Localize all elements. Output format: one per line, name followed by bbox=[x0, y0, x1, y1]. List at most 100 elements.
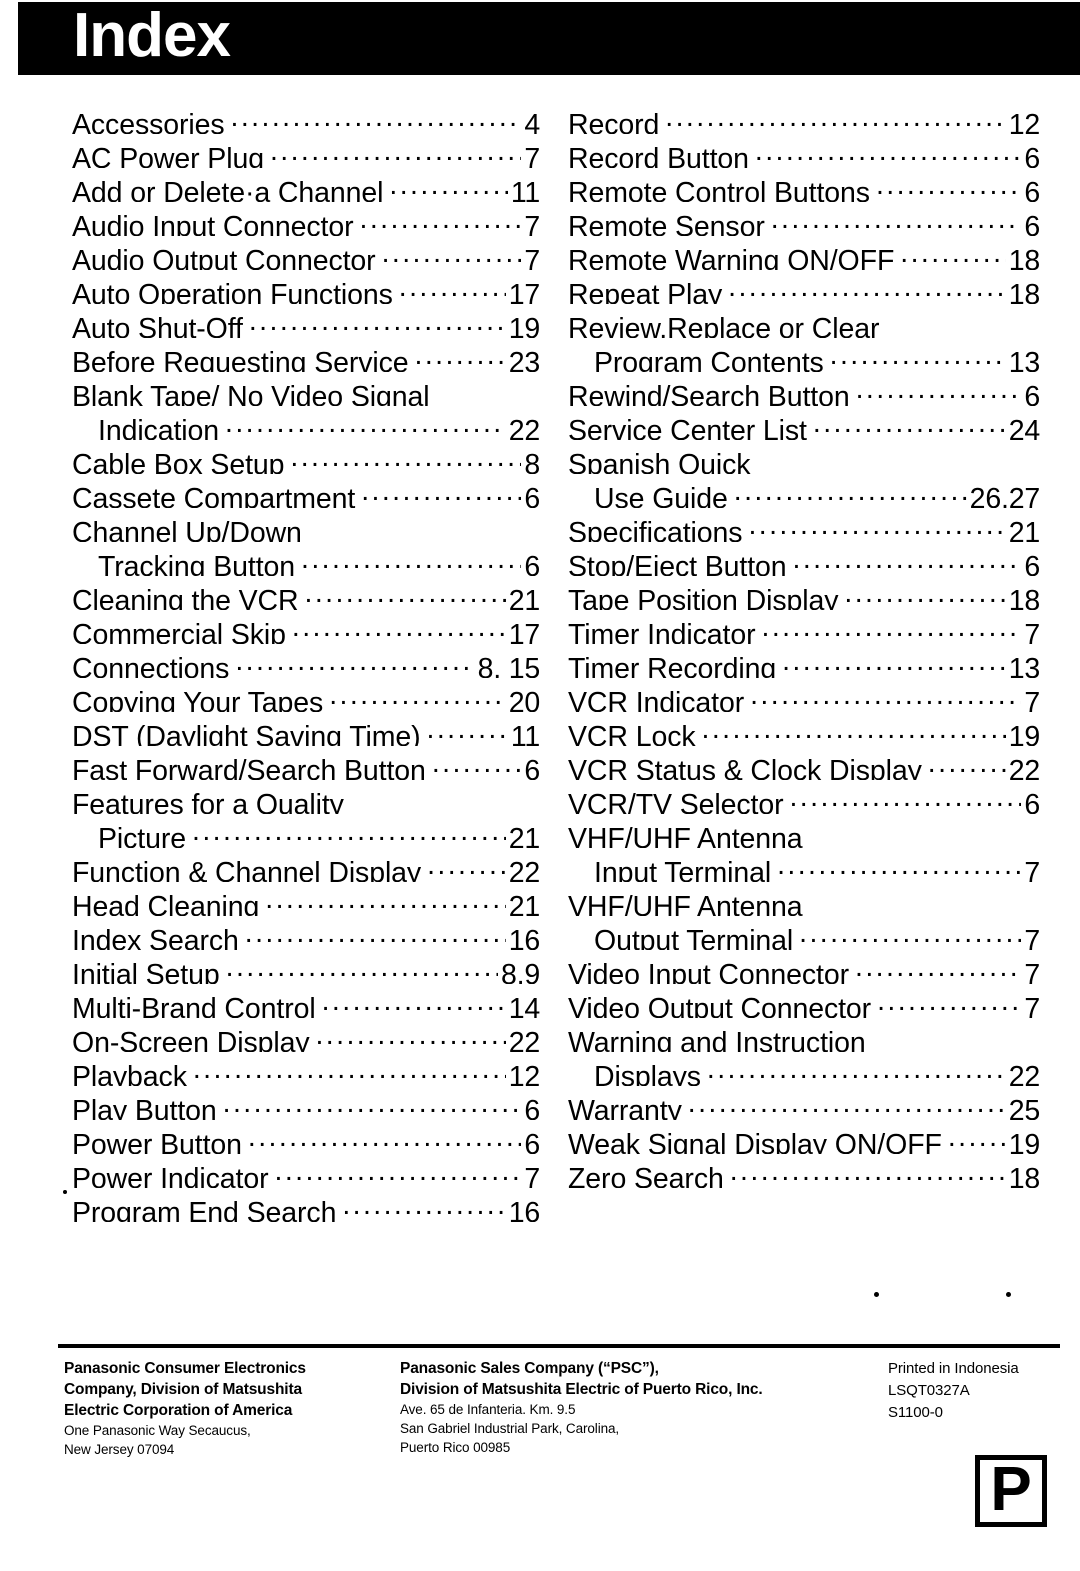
index-entry-leader-dots bbox=[193, 1052, 506, 1086]
index-entry[interactable]: Initial Setup 8,9 bbox=[72, 950, 540, 984]
index-entry-leader-dots bbox=[248, 1120, 521, 1154]
index-entry[interactable]: Cable Box Setup 8 bbox=[72, 440, 540, 474]
index-entry[interactable]: Indication 22 bbox=[72, 406, 540, 440]
index-entry[interactable]: Stop/Eject Button 6 bbox=[568, 542, 1040, 576]
footer-line: LSQT0327A bbox=[888, 1382, 970, 1399]
index-entry-page-number: 6 bbox=[524, 483, 540, 508]
index-entry[interactable]: Record 12 bbox=[568, 100, 1040, 134]
index-entry[interactable]: Function & Channel Display 22 bbox=[72, 848, 540, 882]
index-entry-label: DST (Daylight Saving Time) bbox=[72, 721, 421, 746]
index-entry-leader-dots bbox=[799, 916, 1021, 950]
index-entry[interactable]: Remote Control Buttons 6 bbox=[568, 168, 1040, 202]
index-entry[interactable]: Playback 12 bbox=[72, 1052, 540, 1086]
index-entry[interactable]: Input Terminal 7 bbox=[568, 848, 1040, 882]
index-entry[interactable]: VCR Status & Clock Display 22 bbox=[568, 746, 1040, 780]
index-entry[interactable]: Audio Input Connector 7 bbox=[72, 202, 540, 236]
index-entry-leader-dots bbox=[265, 882, 505, 916]
index-entry[interactable]: VCR/TV Selector 6 bbox=[568, 780, 1040, 814]
index-entry[interactable]: Tape Position Display 18 bbox=[568, 576, 1040, 610]
index-entry[interactable]: On-Screen Display 22 bbox=[72, 1018, 540, 1052]
index-entry[interactable]: Warning and Instruction bbox=[568, 1018, 1040, 1052]
index-entry[interactable]: Video Output Connector 7 bbox=[568, 984, 1040, 1018]
index-entry[interactable]: Play Button 6 bbox=[72, 1086, 540, 1120]
index-entry-label: Add or Delete·a Channel bbox=[72, 177, 384, 202]
index-entry-page-number: 17 bbox=[508, 619, 540, 644]
index-entry[interactable]: DST (Daylight Saving Time) 11 bbox=[72, 712, 540, 746]
index-entry[interactable]: Rewind/Search Button 6 bbox=[568, 372, 1040, 406]
index-entry-page-number: 7 bbox=[1024, 619, 1040, 644]
index-entry[interactable]: Before Requesting Service 23 bbox=[72, 338, 540, 372]
index-entry-label: Before Requesting Service bbox=[72, 347, 409, 372]
index-entry[interactable]: Weak Signal Display ON/OFF 19 bbox=[568, 1120, 1040, 1154]
index-entry-leader-dots bbox=[762, 610, 1022, 644]
index-entry[interactable]: Review,Replace or Clear bbox=[568, 304, 1040, 338]
index-entry[interactable]: Head Cleaning 21 bbox=[72, 882, 540, 916]
index-entry[interactable]: Index Search 16 bbox=[72, 916, 540, 950]
footer-line: Ave. 65 de Infanteria. Km. 9.5 bbox=[400, 1402, 576, 1417]
index-entry[interactable]: Use Guide 26,27 bbox=[568, 474, 1040, 508]
index-entry[interactable]: Remote Sensor 6 bbox=[568, 202, 1040, 236]
index-entry-label: Blank Tape/ No Video Signal bbox=[72, 381, 430, 406]
index-entry[interactable]: Power Indicator 7 bbox=[72, 1154, 540, 1188]
index-entry-page-number: 7 bbox=[524, 1163, 540, 1188]
index-entry[interactable]: Channel Up/Down bbox=[72, 508, 540, 542]
index-entry-page-number: 8 bbox=[524, 449, 540, 474]
index-entry[interactable]: Multi-Brand Control 14 bbox=[72, 984, 540, 1018]
index-entry[interactable]: Tracking Button 6 bbox=[72, 542, 540, 576]
index-entry-page-number: 16 bbox=[508, 925, 540, 950]
index-entry[interactable]: VHF/UHF Antenna bbox=[568, 814, 1040, 848]
index-entry[interactable]: Features for a Quality bbox=[72, 780, 540, 814]
index-entry[interactable]: Power Button 6 bbox=[72, 1120, 540, 1154]
index-entry[interactable]: VCR Indicator 7 bbox=[568, 678, 1040, 712]
index-entry-leader-dots bbox=[813, 406, 1006, 440]
index-entry[interactable]: Accessories 4 bbox=[72, 100, 540, 134]
index-entry[interactable]: Copying Your Tapes 20 bbox=[72, 678, 540, 712]
index-entry-label: Stop/Eject Button bbox=[568, 551, 787, 576]
index-entry[interactable]: Picture 21 bbox=[72, 814, 540, 848]
index-entry[interactable]: Warranty 25 bbox=[568, 1086, 1040, 1120]
index-entry[interactable]: Auto Shut-Off 19 bbox=[72, 304, 540, 338]
index-entry-leader-dots bbox=[877, 984, 1021, 1018]
index-entry[interactable]: Zero Search 18 bbox=[568, 1154, 1040, 1188]
index-entry[interactable]: Repeat Play 18 bbox=[568, 270, 1040, 304]
index-entry-page-number: 25 bbox=[1008, 1095, 1040, 1120]
index-entry[interactable]: Spanish Quick bbox=[568, 440, 1040, 474]
index-entry[interactable]: Auto Operation Functions 17 bbox=[72, 270, 540, 304]
index-entry[interactable]: Program End Search 16 bbox=[72, 1188, 540, 1222]
index-entry[interactable]: Audio Output Connector 7 bbox=[72, 236, 540, 270]
footer-address-puerto-rico: Panasonic Sales Company (“PSC”), Division… bbox=[400, 1358, 860, 1457]
index-entry[interactable]: Commercial Skip 17 bbox=[72, 610, 540, 644]
index-entry[interactable]: Cassete Compartment 6 bbox=[72, 474, 540, 508]
index-entry-label: Cable Box Setup bbox=[72, 449, 285, 474]
index-entry[interactable]: VCR Lock 19 bbox=[568, 712, 1040, 746]
index-entry-leader-dots bbox=[223, 1086, 522, 1120]
index-entry[interactable]: Timer Indicator 7 bbox=[568, 610, 1040, 644]
index-entry-page-number: 6 bbox=[1024, 143, 1040, 168]
index-entry[interactable]: Program Contents 13 bbox=[568, 338, 1040, 372]
index-entry-page-number: 8, 15 bbox=[477, 653, 540, 678]
index-entry[interactable]: Blank Tape/ No Video Signal bbox=[72, 372, 540, 406]
index-entry-page-number: 18 bbox=[1008, 279, 1040, 304]
index-entry[interactable]: Service Center List 24 bbox=[568, 406, 1040, 440]
index-entry[interactable]: Cleaning the VCR 21 bbox=[72, 576, 540, 610]
index-entry[interactable]: Video Input Connector 7 bbox=[568, 950, 1040, 984]
index-entry[interactable]: Record Button 6 bbox=[568, 134, 1040, 168]
index-entry-leader-dots bbox=[876, 168, 1021, 202]
index-entry[interactable]: Fast Forward/Search Button 6 bbox=[72, 746, 540, 780]
index-entry-page-number: 6 bbox=[1024, 551, 1040, 576]
index-entry[interactable]: Output Terminal 7 bbox=[568, 916, 1040, 950]
index-entry[interactable]: Displays 22 bbox=[568, 1052, 1040, 1086]
index-entry[interactable]: Connections 8, 15 bbox=[72, 644, 540, 678]
index-entry[interactable]: Specifications 21 bbox=[568, 508, 1040, 542]
index-entry[interactable]: Remote Warning ON/OFF 18 bbox=[568, 236, 1040, 270]
footer: Panasonic Consumer Electronics Company, D… bbox=[0, 1358, 1080, 1508]
index-entry[interactable]: VHF/UHF Antenna bbox=[568, 882, 1040, 916]
index-entry-label: Use Guide bbox=[594, 483, 728, 508]
index-entry-page-number: 13 bbox=[1008, 653, 1040, 678]
index-entry-page-number: 22 bbox=[1008, 755, 1040, 780]
index-entry[interactable]: Add or Delete·a Channel 11 bbox=[72, 168, 540, 202]
index-entry-page-number: 14 bbox=[508, 993, 540, 1018]
index-entry[interactable]: AC Power Plug 7 bbox=[72, 134, 540, 168]
index-entry-label: Initial Setup bbox=[72, 959, 220, 984]
index-entry[interactable]: Timer Recording 13 bbox=[568, 644, 1040, 678]
